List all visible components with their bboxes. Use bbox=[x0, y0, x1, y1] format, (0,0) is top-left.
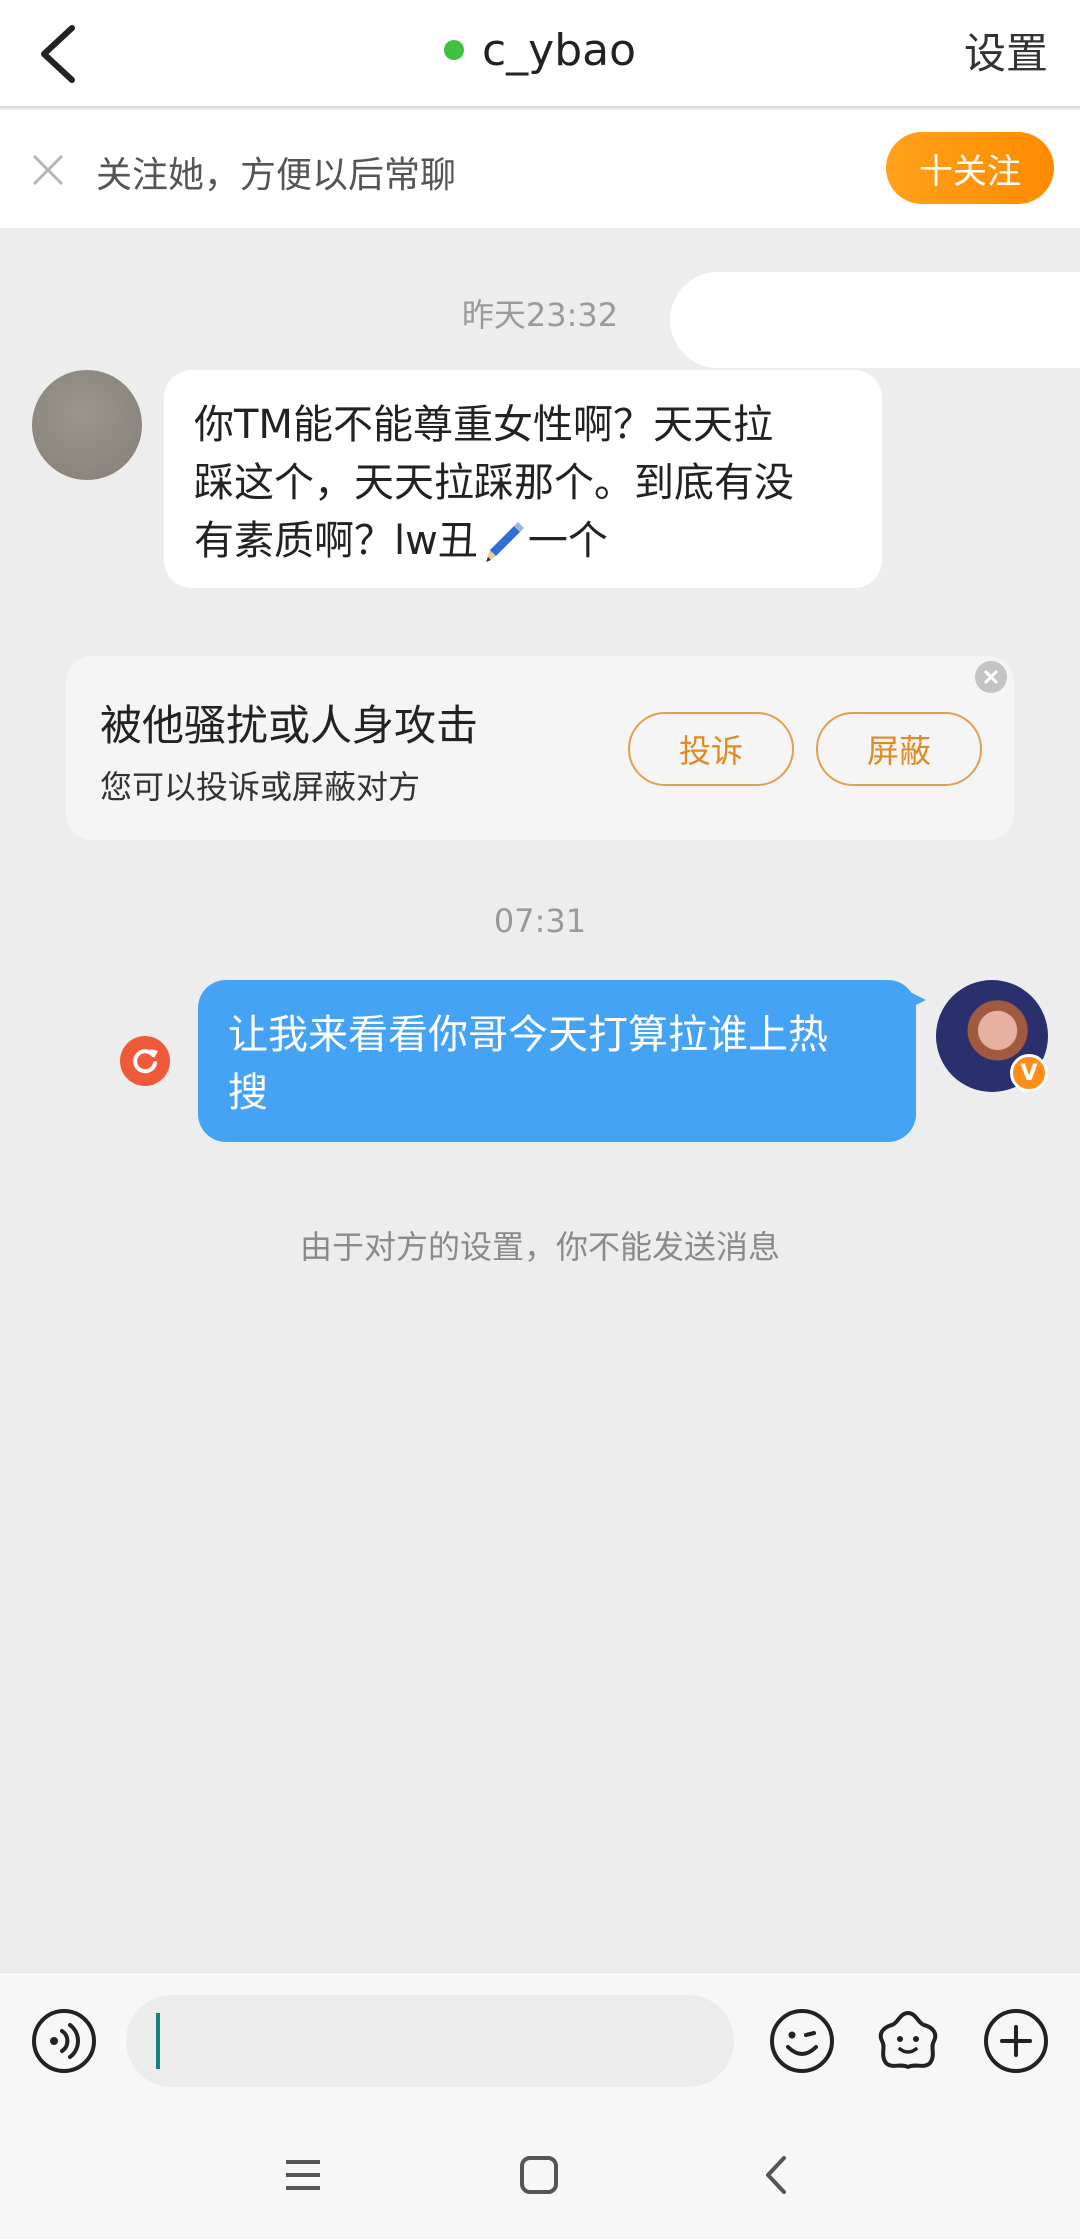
home-icon[interactable] bbox=[514, 2150, 564, 2200]
add-icon[interactable] bbox=[982, 2007, 1050, 2075]
contact-avatar[interactable] bbox=[32, 370, 142, 480]
message-text-line: 有素质啊？lw丑 一个 bbox=[194, 512, 852, 570]
system-navigation-bar bbox=[0, 2108, 1080, 2239]
system-notice: 由于对方的设置，你不能发送消息 bbox=[299, 1228, 780, 1266]
online-status-dot bbox=[443, 40, 464, 60]
message-text-line: 让我来看看你哥今天打算拉谁上热 bbox=[228, 1012, 828, 1058]
sticker-icon[interactable] bbox=[874, 2007, 942, 2075]
resend-icon[interactable] bbox=[120, 1036, 170, 1086]
follow-prompt-bar: 关注她，方便以后常聊 十关注 bbox=[0, 110, 1080, 228]
message-text-line: 踩这个，天天拉踩那个。到底有没 bbox=[194, 460, 794, 506]
message-text-line: 搜 bbox=[228, 1070, 268, 1116]
follow-prompt-text: 关注她，方便以后常聊 bbox=[96, 155, 457, 196]
harassment-report-card: 被他骚扰或人身攻击 您可以投诉或屏蔽对方 投诉 屏蔽 bbox=[66, 656, 1014, 840]
message-text: 有素质啊？lw丑 bbox=[194, 518, 478, 564]
text-caret bbox=[156, 2013, 160, 2069]
page-title: c_ybao bbox=[481, 24, 637, 76]
follow-button-label: 十关注 bbox=[919, 151, 1021, 192]
header: c_ybao 设置 bbox=[0, 0, 1080, 108]
blank-message-bubble bbox=[670, 272, 1080, 368]
follow-button[interactable]: 十关注 bbox=[886, 132, 1054, 204]
message-input-bar bbox=[0, 1972, 1080, 2108]
block-button[interactable]: 屏蔽 bbox=[816, 712, 982, 786]
bubble-tail bbox=[906, 990, 926, 1010]
emoji-icon[interactable] bbox=[768, 2007, 836, 2075]
complain-button[interactable]: 投诉 bbox=[628, 712, 794, 786]
message-input[interactable] bbox=[126, 1995, 734, 2087]
message-text: 一个 bbox=[527, 518, 608, 564]
nav-back-icon[interactable] bbox=[752, 2150, 802, 2200]
title-area: c_ybao bbox=[0, 0, 1080, 100]
outgoing-message-bubble[interactable]: 让我来看看你哥今天打算拉谁上热 搜 bbox=[198, 980, 916, 1142]
harassment-card-subtitle: 您可以投诉或屏蔽对方 bbox=[100, 768, 421, 806]
close-icon[interactable] bbox=[974, 660, 1008, 694]
voice-icon[interactable] bbox=[30, 2007, 98, 2075]
close-icon[interactable] bbox=[28, 150, 68, 190]
incoming-message-bubble[interactable]: 你TM能不能尊重女性啊？天天拉 踩这个，天天拉踩那个。到底有没 有素质啊？lw丑… bbox=[164, 370, 882, 588]
message-text-line: 你TM能不能尊重女性啊？天天拉 bbox=[194, 402, 773, 448]
settings-button[interactable]: 设置 bbox=[964, 20, 1048, 81]
harassment-card-title: 被他骚扰或人身攻击 bbox=[100, 701, 479, 750]
pen-emoji-icon bbox=[485, 522, 524, 562]
menu-icon[interactable] bbox=[278, 2150, 328, 2200]
timestamp: 07:31 bbox=[493, 902, 587, 940]
verified-badge: V bbox=[1010, 1054, 1048, 1092]
